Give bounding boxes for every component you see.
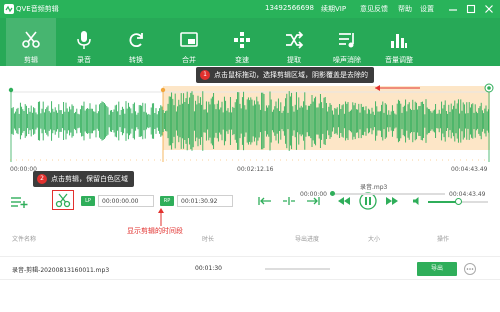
volume-bars-icon: [391, 34, 407, 48]
tool-label: 噪声消除: [333, 56, 361, 64]
right-point-badge[interactable]: RP: [160, 196, 174, 206]
callout-text: 点击鼠标拖动，选择剪辑区域，阴影覆盖是去除的: [214, 71, 368, 79]
minimize-icon[interactable]: [446, 2, 460, 16]
col-actions: 操作: [437, 236, 450, 243]
tool-noise-removal[interactable]: 噪声消除: [322, 18, 372, 66]
end-time-value: 00:01:30.92: [181, 198, 218, 205]
tool-label: 合并: [182, 56, 196, 64]
app-logo-icon: [4, 4, 14, 14]
title-bar: QVE音频剪辑 13492566698 续期VIP 意见反馈 帮助 设置: [0, 0, 500, 18]
timeline-end: 00:04:43.49: [451, 166, 488, 173]
file-table-header: 文件名称 时长 导出进度 大小 操作: [0, 232, 500, 244]
app-title: QVE音频剪辑: [16, 5, 59, 13]
feedback-link[interactable]: 意见反馈: [360, 4, 388, 14]
hint-arrow-icon: [158, 208, 164, 226]
playback-progress[interactable]: [330, 193, 445, 195]
add-file-icon[interactable]: [10, 195, 28, 209]
table-row[interactable]: 录音-剪辑-20200813160011.mp3 00:01:30 导出: [0, 256, 500, 280]
callout-number: 1: [200, 70, 210, 80]
settings-link[interactable]: 设置: [420, 4, 434, 14]
account-phone[interactable]: 13492566698: [265, 4, 314, 12]
close-icon[interactable]: [482, 2, 496, 16]
start-time-value: 00:00:00.00: [102, 198, 139, 205]
fast-forward-icon[interactable]: [386, 197, 398, 205]
tool-speed[interactable]: 变速: [217, 18, 267, 66]
col-duration: 时长: [202, 236, 215, 243]
selection-handle[interactable]: [160, 87, 166, 93]
file-name-cell: 录音-剪辑-20200813160011.mp3: [12, 267, 110, 274]
tool-volume[interactable]: 音量调整: [374, 18, 424, 66]
center-selection-icon[interactable]: [282, 196, 296, 206]
current-time: 00:00:00: [300, 191, 327, 198]
noise-removal-icon: [339, 33, 354, 48]
microphone-icon: [77, 31, 91, 49]
tool-label: 音量调整: [385, 56, 413, 64]
edit-controls: LP 00:00:00.00 RP 00:01:30.92 录音.mp3 00:…: [0, 176, 500, 228]
shuffle-icon: [286, 31, 304, 49]
tool-cut[interactable]: 剪辑: [6, 18, 56, 66]
callout-drag-select: 1 点击鼠标拖动，选择剪辑区域，阴影覆盖是去除的: [196, 67, 374, 83]
rewind-icon[interactable]: [338, 197, 350, 205]
tool-label: 转换: [129, 56, 143, 64]
maximize-icon[interactable]: [464, 2, 478, 16]
scissors-icon: [55, 193, 71, 208]
tool-label: 变速: [235, 56, 249, 64]
timeline-mid: 00:02:12.16: [237, 166, 274, 173]
cut-button[interactable]: [52, 190, 74, 210]
end-time-input[interactable]: 00:01:30.92: [177, 195, 233, 207]
help-link[interactable]: 帮助: [398, 4, 412, 14]
more-options-icon[interactable]: [464, 263, 476, 275]
start-handle[interactable]: [8, 87, 14, 93]
left-point-badge[interactable]: LP: [81, 196, 95, 206]
refresh-icon: [129, 33, 143, 48]
main-toolbar: 剪辑 录音 转换 合并 变速 提取 噪声消除 音量调整: [0, 18, 500, 66]
tool-convert[interactable]: 转换: [111, 18, 161, 66]
col-file-name: 文件名称: [12, 236, 37, 243]
scissors-icon: [22, 31, 40, 48]
volume-knob[interactable]: [455, 198, 462, 205]
playing-file-name: 录音.mp3: [360, 184, 388, 191]
total-time: 00:04:43.49: [449, 191, 486, 198]
volume-icon[interactable]: [413, 197, 423, 205]
export-button[interactable]: 导出: [417, 262, 457, 276]
playback-knob[interactable]: [330, 191, 335, 196]
duration-cell: 00:01:30: [195, 265, 222, 272]
vip-renew-link[interactable]: 续期VIP: [321, 4, 346, 14]
tool-record[interactable]: 录音: [59, 18, 109, 66]
start-time-input[interactable]: 00:00:00.00: [98, 195, 154, 207]
tool-merge[interactable]: 合并: [164, 18, 214, 66]
volume-fill: [428, 201, 458, 203]
export-progress-bar: [265, 268, 330, 270]
col-export-progress: 导出进度: [295, 236, 320, 243]
speed-icon: [234, 32, 250, 48]
tool-extract[interactable]: 提取: [269, 18, 319, 66]
col-size: 大小: [368, 236, 381, 243]
jump-to-start-icon[interactable]: [258, 196, 272, 206]
merge-icon: [180, 32, 198, 47]
tool-label: 剪辑: [24, 56, 38, 64]
tool-label: 录音: [77, 56, 91, 64]
tool-label: 提取: [287, 56, 301, 64]
